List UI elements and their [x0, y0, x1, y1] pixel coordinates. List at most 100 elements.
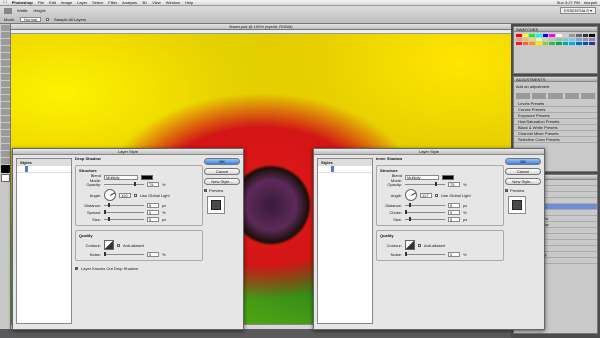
spread-choke-slider[interactable]	[104, 210, 144, 214]
angle-input[interactable]: 120	[119, 192, 131, 198]
zoom-tool-icon[interactable]	[0, 158, 10, 164]
noise-input[interactable]: 0	[448, 252, 460, 257]
swatch-color[interactable]	[542, 34, 549, 37]
user-name[interactable]: rkorpeli	[584, 0, 597, 5]
style-item[interactable]: Contour	[50, 166, 58, 172]
size-input[interactable]: 5	[448, 217, 460, 222]
new-style-button[interactable]: New Style...	[204, 178, 240, 185]
swatch-color[interactable]	[582, 38, 589, 41]
distance-input[interactable]: 5	[448, 203, 460, 208]
spread-choke-input[interactable]: 0	[448, 210, 460, 215]
sample-all-checkbox[interactable]	[46, 18, 50, 21]
swatch-color[interactable]	[582, 34, 589, 37]
crop-tool-icon[interactable]	[0, 53, 10, 59]
spread-choke-input[interactable]: 0	[147, 210, 159, 215]
blend-mode-select[interactable]: Multiply	[104, 175, 138, 180]
menu-image[interactable]: Image	[61, 0, 72, 5]
style-item[interactable]: Blending Options: Default	[20, 166, 23, 172]
background-color-icon[interactable]	[0, 174, 10, 182]
swatch-color[interactable]	[575, 38, 582, 41]
swatch-color[interactable]	[529, 38, 535, 41]
ok-button[interactable]: OK	[204, 158, 240, 165]
swatch-color[interactable]	[549, 38, 555, 41]
styles-header[interactable]: Styles	[318, 159, 372, 166]
noise-input[interactable]: 0	[147, 252, 159, 257]
swatch-color[interactable]	[516, 34, 522, 37]
swatch-color[interactable]	[589, 38, 595, 41]
style-item[interactable]: Satin	[70, 166, 71, 172]
quick-select-tool-icon[interactable]	[0, 46, 10, 52]
swatch-color[interactable]	[555, 38, 562, 41]
eyedropper-tool-icon[interactable]	[0, 60, 10, 66]
marquee-tool-icon[interactable]	[0, 32, 10, 38]
styles-header[interactable]: Styles	[17, 159, 71, 166]
global-light-checkbox[interactable]	[435, 193, 438, 197]
noise-slider[interactable]	[405, 252, 445, 256]
swatch-color[interactable]	[569, 42, 575, 45]
swatch-color[interactable]	[589, 34, 595, 37]
angle-dial[interactable]	[405, 189, 417, 201]
cancel-button[interactable]: Cancel	[505, 168, 541, 175]
style-item[interactable]: Inner Glow	[40, 166, 43, 172]
style-item[interactable]: Bevel and Emboss	[45, 166, 48, 172]
style-item[interactable]: Texture	[361, 166, 369, 172]
app-menu[interactable]: Photoshop	[12, 0, 33, 5]
menu-layer[interactable]: Layer	[77, 0, 87, 5]
hand-tool-icon[interactable]	[0, 151, 10, 157]
opacity-slider[interactable]	[104, 182, 144, 186]
swatch-color[interactable]	[555, 34, 562, 37]
history-brush-tool-icon[interactable]	[0, 88, 10, 94]
style-item[interactable]: Inner Shadow	[331, 166, 334, 172]
brush-tool-icon[interactable]	[0, 74, 10, 80]
tool-preset-icon[interactable]	[4, 7, 12, 14]
cancel-button[interactable]: Cancel	[204, 168, 240, 175]
path-select-tool-icon[interactable]	[0, 137, 10, 143]
swatch-color[interactable]	[549, 34, 555, 37]
menu-help[interactable]: Help	[185, 0, 193, 5]
opacity-input[interactable]: 75	[147, 182, 159, 187]
anti-aliased-checkbox[interactable]	[117, 243, 120, 247]
pen-tool-icon[interactable]	[0, 123, 10, 129]
style-item[interactable]: Drop Shadow	[326, 166, 329, 172]
shadow-color-swatch[interactable]	[141, 175, 153, 180]
menu-filter[interactable]: Filter	[108, 0, 117, 5]
swatch-color[interactable]	[542, 42, 549, 45]
swatch-color[interactable]	[529, 42, 535, 45]
ok-button[interactable]: OK	[505, 158, 541, 165]
preview-checkbox[interactable]	[204, 189, 207, 192]
curves-icon[interactable]	[548, 93, 563, 99]
menu-file[interactable]: File	[38, 0, 44, 5]
style-item[interactable]: Contour	[351, 166, 359, 172]
swatch-color[interactable]	[569, 38, 575, 41]
size-slider[interactable]	[405, 217, 445, 221]
levels-icon[interactable]	[532, 93, 547, 99]
swatch-color[interactable]	[562, 42, 569, 45]
size-slider[interactable]	[104, 217, 144, 221]
swatch-color[interactable]	[549, 42, 555, 45]
noise-slider[interactable]	[104, 252, 144, 256]
preview-checkbox[interactable]	[505, 189, 508, 192]
swatch-color[interactable]	[535, 38, 542, 41]
move-tool-icon[interactable]	[0, 25, 10, 31]
exposure-icon[interactable]	[564, 93, 579, 99]
swatch-color[interactable]	[562, 38, 569, 41]
essentials-button[interactable]: ESSENTIALS ▾	[560, 7, 596, 14]
menu-window[interactable]: Window	[166, 0, 180, 5]
knockout-checkbox[interactable]	[75, 267, 78, 270]
contour-picker[interactable]	[104, 240, 114, 250]
swatch-color[interactable]	[516, 38, 522, 41]
gradient-tool-icon[interactable]	[0, 102, 10, 108]
swatch-color[interactable]	[562, 34, 569, 37]
menu-3d[interactable]: 3D	[142, 0, 147, 5]
swatch-color[interactable]	[522, 34, 529, 37]
swatch-color[interactable]	[542, 38, 549, 41]
healing-tool-icon[interactable]	[0, 67, 10, 73]
new-style-button[interactable]: New Style...	[505, 178, 541, 185]
opacity-slider[interactable]	[405, 182, 445, 186]
style-item[interactable]: Inner Glow	[341, 166, 344, 172]
menu-view[interactable]: View	[152, 0, 161, 5]
style-item[interactable]: Bevel and Emboss	[346, 166, 349, 172]
swatch-color[interactable]	[529, 34, 535, 37]
swatch-color[interactable]	[589, 42, 595, 45]
swatch-color[interactable]	[569, 34, 575, 37]
